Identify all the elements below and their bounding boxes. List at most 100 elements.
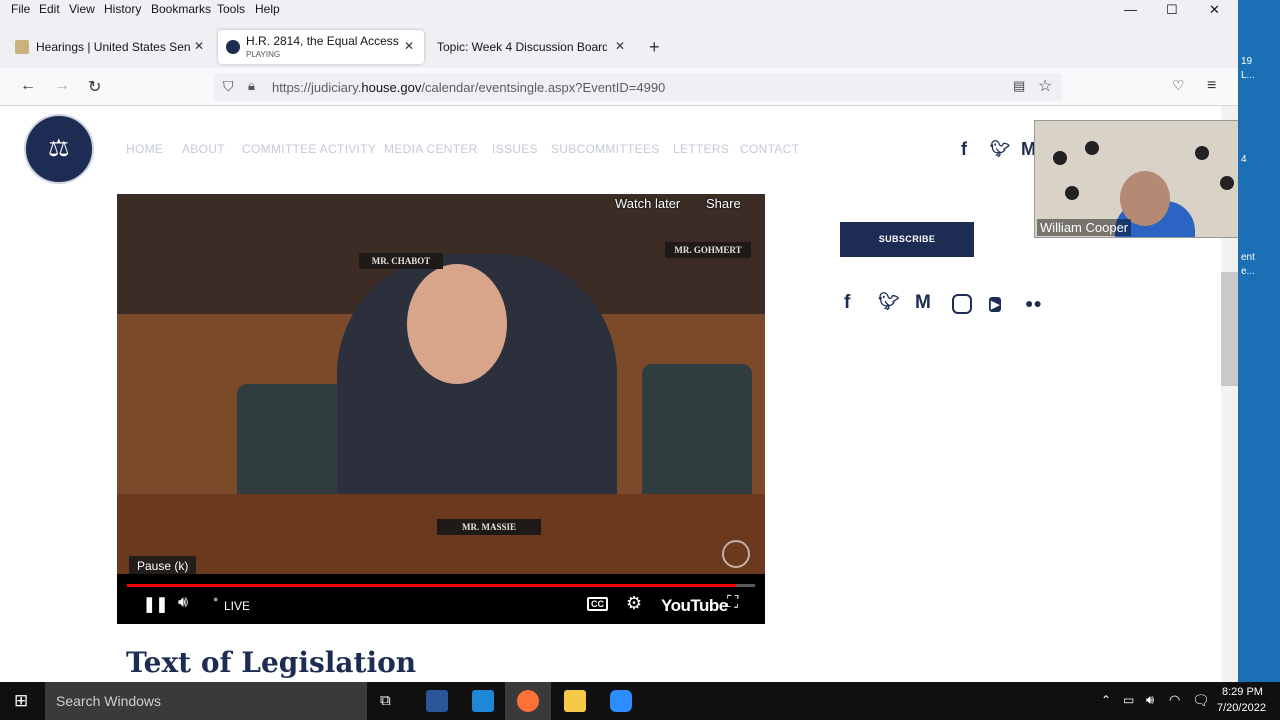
- webcam-overlay[interactable]: William Cooper: [1034, 120, 1244, 238]
- menu-edit[interactable]: Edit: [39, 2, 60, 16]
- nav-media-center[interactable]: MEDIA CENTER: [384, 142, 478, 156]
- medium-icon[interactable]: M: [915, 292, 931, 314]
- tab-title: Hearings | United States Senate: [36, 40, 190, 54]
- word-icon[interactable]: [426, 690, 448, 712]
- lock-icon[interactable]: 🔒︎: [248, 78, 255, 94]
- url-path: /calendar/eventsingle.aspx?EventID=4990: [421, 80, 666, 95]
- taskbar-time[interactable]: 8:29 PM: [1222, 686, 1263, 698]
- tray-expand-icon[interactable]: ⌃: [1101, 693, 1111, 707]
- instagram-icon[interactable]: [952, 294, 972, 314]
- settings-app-icon[interactable]: [472, 690, 494, 712]
- navigation-bar: ← → ↻ ⛉ 🔒︎ https://judiciary.house.gov/c…: [0, 68, 1238, 106]
- tab-close-icon[interactable]: ✕: [404, 39, 414, 53]
- desktop-icon-label[interactable]: L...: [1241, 70, 1255, 81]
- forward-icon[interactable]: →: [54, 77, 70, 95]
- watch-later-button[interactable]: Watch later: [615, 196, 680, 211]
- file-explorer-icon[interactable]: [564, 690, 586, 712]
- youtube-video-player[interactable]: MR. CHABOT MR. GOHMERT MR. MASSIE Watch …: [117, 194, 765, 624]
- shield-icon[interactable]: ⛉: [223, 78, 234, 95]
- committee-logo[interactable]: ⚖: [24, 114, 94, 184]
- webcam-person-head: [1120, 171, 1170, 226]
- nameplate: MR. MASSIE: [437, 519, 541, 535]
- battery-icon[interactable]: ▭: [1123, 693, 1134, 707]
- task-view-icon[interactable]: ⧉: [380, 692, 391, 709]
- youtube-icon[interactable]: ▶: [989, 297, 1002, 312]
- video-controls: ❚❚ 🔊︎ ● LIVE CC ⚙ YouTube ⛶: [117, 574, 765, 624]
- bookmark-star-icon[interactable]: ☆: [1038, 76, 1052, 96]
- url-domain: house.gov: [361, 80, 422, 95]
- youtube-logo[interactable]: YouTube: [661, 596, 728, 616]
- twitter-icon[interactable]: 🐦︎: [878, 292, 900, 312]
- menu-history[interactable]: History: [104, 2, 141, 16]
- nav-letters[interactable]: LETTERS: [673, 142, 729, 156]
- webcam-participant-name: William Cooper: [1037, 219, 1132, 236]
- subscribe-button[interactable]: SUBSCRIBE: [840, 222, 974, 257]
- video-speaker-head: [407, 264, 507, 384]
- maximize-icon[interactable]: ☐: [1166, 2, 1178, 18]
- back-icon[interactable]: ←: [20, 77, 36, 95]
- scrollbar-thumb[interactable]: [1221, 272, 1238, 386]
- url-prefix: https://judiciary.: [272, 80, 362, 95]
- menu-tools[interactable]: Tools: [217, 2, 245, 16]
- nav-contact[interactable]: CONTACT: [740, 142, 799, 156]
- reload-icon[interactable]: ↻: [88, 77, 101, 97]
- url-bar[interactable]: ⛉ 🔒︎ https://judiciary.house.gov/calenda…: [214, 73, 1062, 101]
- desktop-icon-label[interactable]: e...: [1241, 266, 1255, 277]
- scales-of-justice-icon: ⚖: [48, 135, 70, 162]
- live-badge[interactable]: LIVE: [224, 599, 250, 613]
- wall-decoration: [1220, 176, 1234, 190]
- firefox-icon[interactable]: [517, 690, 539, 712]
- notifications-icon[interactable]: 🗨︎: [1192, 692, 1210, 709]
- tab-hr-2814[interactable]: H.R. 2814, the Equal Access to J PLAYING…: [218, 30, 424, 64]
- network-icon[interactable]: ◠: [1169, 692, 1180, 708]
- channel-watermark-icon[interactable]: [722, 540, 750, 568]
- desktop-icon-label[interactable]: 4: [1241, 154, 1247, 165]
- menu-help[interactable]: Help: [255, 2, 280, 16]
- tab-close-icon[interactable]: ✕: [615, 39, 625, 53]
- progress-bar[interactable]: [127, 584, 755, 587]
- twitter-icon[interactable]: 🐦︎: [990, 139, 1010, 159]
- url-text[interactable]: https://judiciary.house.gov/calendar/eve…: [272, 80, 665, 95]
- menu-view[interactable]: View: [69, 2, 95, 16]
- facebook-icon[interactable]: f: [961, 139, 967, 160]
- menu-hamburger-icon[interactable]: ≡: [1207, 77, 1216, 95]
- share-button[interactable]: Share: [706, 196, 741, 211]
- zoom-icon[interactable]: [610, 690, 632, 712]
- nav-about[interactable]: ABOUT: [182, 142, 225, 156]
- desktop-icon-label[interactable]: ent: [1241, 252, 1255, 263]
- house-judiciary-favicon-icon: [226, 40, 240, 54]
- taskbar-search-box[interactable]: Search Windows: [45, 682, 367, 720]
- screen: File Edit View History Bookmarks Tools H…: [0, 0, 1280, 720]
- closed-captions-button[interactable]: CC: [587, 597, 608, 611]
- volume-icon[interactable]: 🔊︎: [178, 594, 188, 612]
- close-window-icon[interactable]: ✕: [1209, 2, 1220, 18]
- settings-gear-icon[interactable]: ⚙: [626, 593, 642, 614]
- speaker-icon[interactable]: 🔊︎: [1146, 692, 1154, 708]
- menu-bar: File Edit View History Bookmarks Tools H…: [0, 0, 1238, 20]
- search-placeholder: Search Windows: [56, 693, 162, 709]
- tab-close-icon[interactable]: ✕: [194, 39, 204, 53]
- tab-playing-label: PLAYING: [246, 50, 281, 59]
- nav-committee-activity[interactable]: COMMITTEE ACTIVITY: [242, 142, 376, 156]
- senate-favicon-icon: [15, 40, 29, 54]
- windows-start-icon[interactable]: ⊞: [14, 691, 28, 711]
- nav-home[interactable]: HOME: [126, 142, 163, 156]
- wall-decoration: [1085, 141, 1099, 155]
- taskbar-date[interactable]: 7/20/2022: [1217, 702, 1266, 714]
- windows-taskbar: ⊞ Search Windows ⧉ ⌃ ▭ 🔊︎ ◠ 8:29 PM 7/20…: [0, 682, 1280, 720]
- facebook-icon[interactable]: f: [844, 292, 850, 314]
- minimize-icon[interactable]: —: [1124, 2, 1137, 17]
- tab-week4-discussion[interactable]: Topic: Week 4 Discussion Board ✕: [428, 30, 634, 64]
- fullscreen-icon[interactable]: ⛶: [727, 594, 738, 612]
- reader-view-icon[interactable]: ▤: [1013, 78, 1025, 94]
- pocket-icon[interactable]: ♡: [1172, 77, 1185, 94]
- tab-senate-hearings[interactable]: Hearings | United States Senate ✕: [8, 30, 214, 64]
- flickr-icon[interactable]: ●●: [1025, 295, 1042, 311]
- pause-icon[interactable]: ❚❚: [143, 595, 168, 613]
- nav-issues[interactable]: ISSUES: [492, 142, 538, 156]
- menu-bookmarks[interactable]: Bookmarks: [151, 2, 211, 16]
- nav-subcommittees[interactable]: SUBCOMMITTEES: [551, 142, 660, 156]
- new-tab-icon[interactable]: +: [649, 37, 660, 58]
- desktop-icon-label[interactable]: 19: [1241, 56, 1252, 67]
- menu-file[interactable]: File: [11, 2, 30, 16]
